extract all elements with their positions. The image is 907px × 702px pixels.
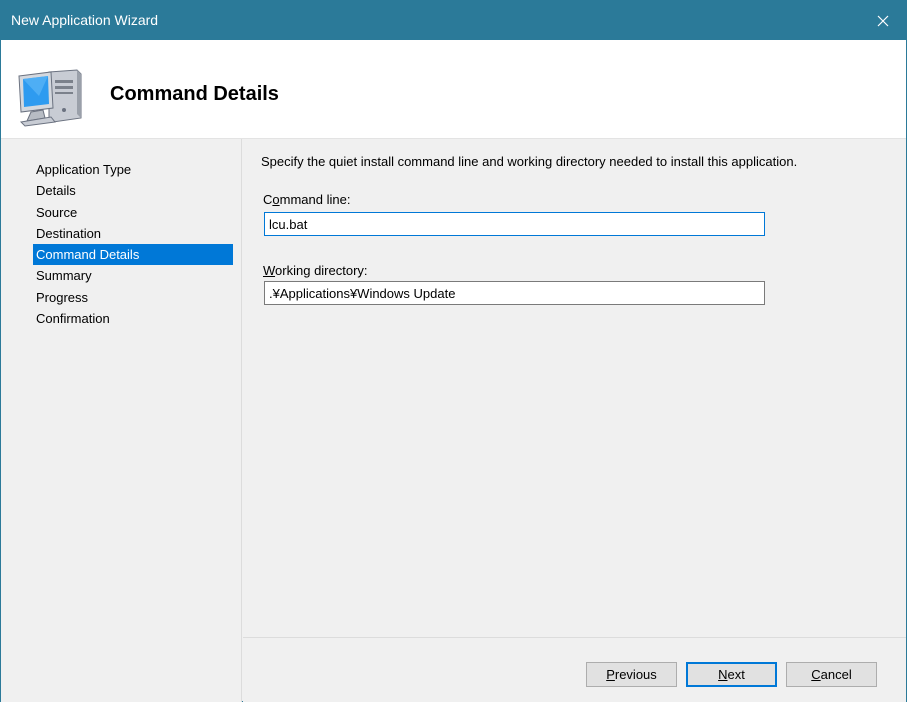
step-application-type[interactable]: Application Type xyxy=(33,159,233,180)
close-icon xyxy=(877,15,889,26)
step-command-details[interactable]: Command Details xyxy=(33,244,233,266)
wizard-steps-list: Application Type Details Source Destinat… xyxy=(33,159,233,329)
step-progress[interactable]: Progress xyxy=(33,287,233,308)
wizard-window: New Application Wizard Command Details A… xyxy=(0,0,907,702)
title-bar[interactable]: New Application Wizard xyxy=(1,1,906,40)
command-line-label: Command line: xyxy=(263,192,351,207)
page-heading: Command Details xyxy=(110,83,279,105)
window-title: New Application Wizard xyxy=(11,12,159,28)
computer-icon xyxy=(15,66,85,128)
step-confirmation[interactable]: Confirmation xyxy=(33,308,233,329)
next-button[interactable]: Next xyxy=(686,662,777,687)
wizard-steps-sidebar: Application Type Details Source Destinat… xyxy=(1,139,242,702)
close-button[interactable] xyxy=(860,1,906,40)
working-directory-label: Working directory: xyxy=(263,263,368,278)
step-details[interactable]: Details xyxy=(33,180,233,201)
instruction-text: Specify the quiet install command line a… xyxy=(261,154,798,169)
step-summary[interactable]: Summary xyxy=(33,265,233,286)
step-source[interactable]: Source xyxy=(33,202,233,223)
working-directory-input[interactable] xyxy=(264,281,765,305)
wizard-header: Command Details xyxy=(1,40,906,139)
cancel-button[interactable]: Cancel xyxy=(786,662,877,687)
wizard-footer: Previous Next Cancel xyxy=(243,637,906,702)
step-destination[interactable]: Destination xyxy=(33,223,233,244)
command-line-input[interactable] xyxy=(264,212,765,236)
previous-button[interactable]: Previous xyxy=(586,662,677,687)
wizard-content: Specify the quiet install command line a… xyxy=(243,139,906,637)
